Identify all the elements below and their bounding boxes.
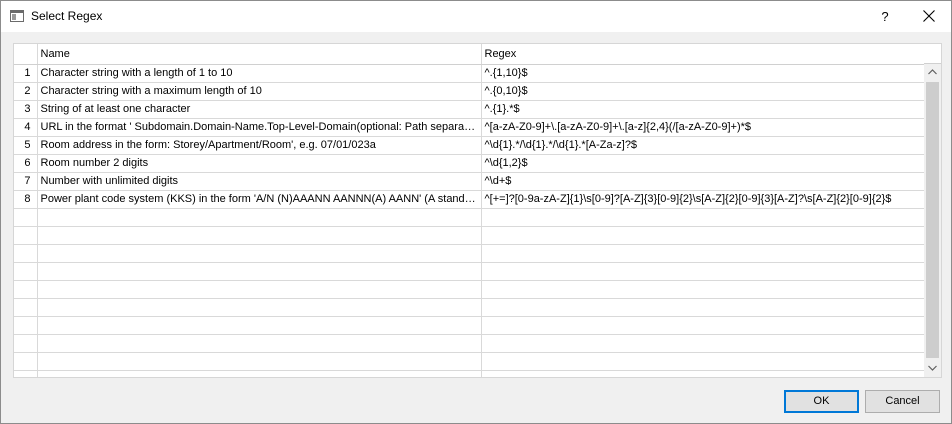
row-number[interactable]: 6 bbox=[14, 154, 38, 173]
table-row[interactable]: 3 String of at least one character ^.{1}.*… bbox=[14, 100, 925, 119]
empty-table-row bbox=[14, 316, 925, 335]
empty-cell bbox=[481, 298, 925, 317]
empty-cell bbox=[481, 262, 925, 281]
empty-cell bbox=[481, 280, 925, 299]
table-row[interactable]: 8 Power plant code system (KKS) in the fo… bbox=[14, 190, 925, 209]
row-number[interactable]: 4 bbox=[14, 118, 38, 137]
empty-table-row bbox=[14, 280, 925, 299]
vertical-scrollbar[interactable] bbox=[924, 64, 941, 377]
table-row[interactable]: 7 Number with unlimited digits ^\d+$ bbox=[14, 172, 925, 191]
title-bar[interactable]: Select Regex ? bbox=[1, 1, 951, 32]
table-row[interactable]: 2 Character string with a maximum length … bbox=[14, 82, 925, 101]
regex-pattern-cell[interactable]: ^.{1}.*$ bbox=[481, 100, 925, 119]
empty-cell bbox=[37, 298, 482, 317]
regex-pattern-cell[interactable]: ^[+=]?[0-9a-zA-Z]{1}\s[0-9]?[A-Z]{3}[0-9… bbox=[481, 190, 925, 209]
row-number[interactable]: 5 bbox=[14, 136, 38, 155]
empty-cell bbox=[14, 316, 38, 335]
row-number[interactable]: 3 bbox=[14, 100, 38, 119]
select-regex-dialog: Select Regex ? Name Regex 1 Character str… bbox=[0, 0, 952, 424]
empty-cell bbox=[14, 298, 38, 317]
regex-pattern-cell[interactable]: ^.{0,10}$ bbox=[481, 82, 925, 101]
chevron-up-icon bbox=[928, 69, 937, 75]
table-header-row: Name Regex bbox=[14, 44, 925, 65]
empty-table-row bbox=[14, 352, 925, 371]
regex-name-cell[interactable]: Power plant code system (KKS) in the for… bbox=[37, 190, 482, 209]
empty-cell bbox=[481, 334, 925, 353]
regex-table[interactable]: Name Regex 1 Character string with a leng… bbox=[13, 43, 942, 378]
row-number[interactable]: 7 bbox=[14, 172, 38, 191]
regex-name-cell[interactable]: URL in the format ' Subdomain.Domain-Nam… bbox=[37, 118, 482, 137]
regex-name-cell[interactable]: Character string with a length of 1 to 1… bbox=[37, 64, 482, 83]
empty-cell bbox=[481, 208, 925, 227]
table-row[interactable]: 5 Room address in the form: Storey/Apartm… bbox=[14, 136, 925, 155]
regex-pattern-cell[interactable]: ^[a-zA-Z0-9]+\.[a-zA-Z0-9]+\.[a-z]{2,4}(… bbox=[481, 118, 925, 137]
empty-cell bbox=[37, 316, 482, 335]
regex-name-cell[interactable]: Number with unlimited digits bbox=[37, 172, 482, 191]
regex-pattern-cell[interactable]: ^.{1,10}$ bbox=[481, 64, 925, 83]
chevron-down-icon bbox=[928, 365, 937, 371]
empty-cell bbox=[14, 244, 38, 263]
empty-cell bbox=[14, 370, 38, 377]
empty-cell bbox=[37, 262, 482, 281]
regex-pattern-cell[interactable]: ^\d{1,2}$ bbox=[481, 154, 925, 173]
empty-cell bbox=[14, 334, 38, 353]
row-number[interactable]: 2 bbox=[14, 82, 38, 101]
row-number[interactable]: 8 bbox=[14, 190, 38, 209]
empty-cell bbox=[37, 352, 482, 371]
regex-pattern-cell[interactable]: ^\d{1}.*/\d{1}.*/\d{1}.*[A-Za-z]?$ bbox=[481, 136, 925, 155]
table-row[interactable]: 1 Character string with a length of 1 to … bbox=[14, 64, 925, 83]
empty-cell bbox=[37, 226, 482, 245]
empty-table-row bbox=[14, 334, 925, 353]
close-button[interactable] bbox=[907, 1, 951, 32]
scrollbar-header-spacer bbox=[924, 44, 941, 64]
empty-cell bbox=[481, 244, 925, 263]
empty-cell bbox=[37, 244, 482, 263]
empty-table-row bbox=[14, 262, 925, 281]
regex-pattern-cell[interactable]: ^\d+$ bbox=[481, 172, 925, 191]
ok-button[interactable]: OK bbox=[784, 390, 859, 413]
empty-cell bbox=[37, 370, 482, 377]
corner-header[interactable] bbox=[14, 44, 38, 65]
empty-table-row bbox=[14, 370, 925, 377]
empty-table-row bbox=[14, 244, 925, 263]
empty-cell bbox=[14, 352, 38, 371]
help-button[interactable]: ? bbox=[865, 1, 905, 32]
column-header-name[interactable]: Name bbox=[37, 44, 482, 65]
empty-table-row bbox=[14, 298, 925, 317]
empty-cell bbox=[481, 316, 925, 335]
regex-name-cell[interactable]: Room address in the form: Storey/Apartme… bbox=[37, 136, 482, 155]
cancel-button[interactable]: Cancel bbox=[865, 390, 940, 413]
close-icon bbox=[923, 10, 935, 22]
scrollbar-thumb[interactable] bbox=[926, 82, 939, 358]
empty-cell bbox=[37, 334, 482, 353]
empty-cell bbox=[14, 280, 38, 299]
regex-name-cell[interactable]: Character string with a maximum length o… bbox=[37, 82, 482, 101]
empty-cell bbox=[14, 208, 38, 227]
dialog-title: Select Regex bbox=[31, 9, 103, 23]
column-header-regex[interactable]: Regex bbox=[481, 44, 925, 65]
empty-table-row bbox=[14, 208, 925, 227]
table-row[interactable]: 6 Room number 2 digits ^\d{1,2}$ bbox=[14, 154, 925, 173]
empty-cell bbox=[37, 280, 482, 299]
empty-cell bbox=[14, 226, 38, 245]
empty-cell bbox=[14, 262, 38, 281]
empty-table-row bbox=[14, 226, 925, 245]
scroll-up-button[interactable] bbox=[924, 64, 941, 81]
table-row[interactable]: 4 URL in the format ' Subdomain.Domain-Na… bbox=[14, 118, 925, 137]
empty-cell bbox=[481, 370, 925, 377]
regex-name-cell[interactable]: String of at least one character bbox=[37, 100, 482, 119]
row-number[interactable]: 1 bbox=[14, 64, 38, 83]
empty-cell bbox=[481, 352, 925, 371]
empty-cell bbox=[37, 208, 482, 227]
empty-cell bbox=[481, 226, 925, 245]
window-icon bbox=[10, 10, 24, 22]
scroll-down-button[interactable] bbox=[924, 360, 941, 377]
regex-name-cell[interactable]: Room number 2 digits bbox=[37, 154, 482, 173]
